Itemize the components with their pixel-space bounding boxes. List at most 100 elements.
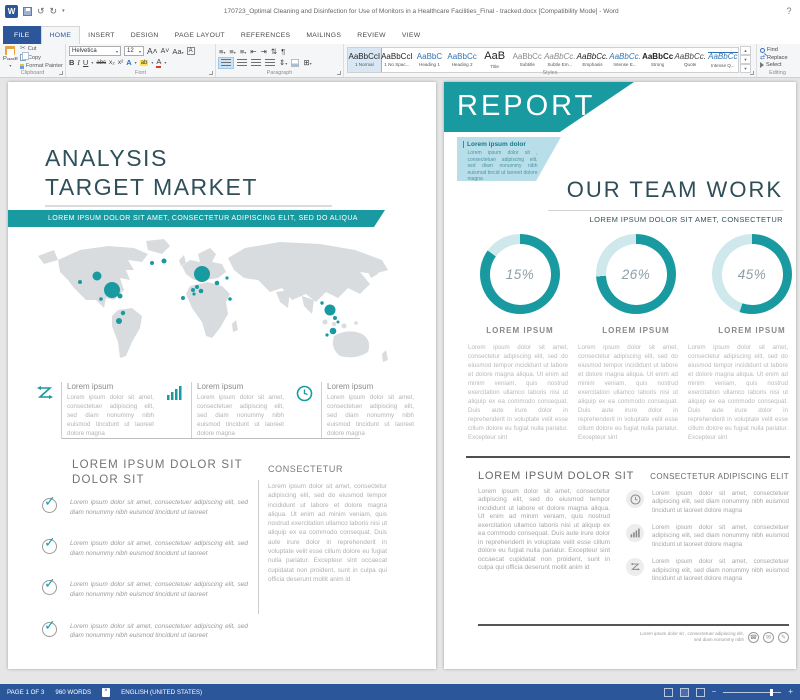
- feature-item[interactable]: Lorem ipsum Lorem ipsum dolor sit amet, …: [36, 382, 154, 439]
- text-column[interactable]: Lorem ipsum dolor sit amet, consectetur …: [468, 344, 568, 452]
- consectetur-body[interactable]: Lorem ipsum dolor sit amet, consectetur …: [268, 482, 387, 584]
- checklist-item[interactable]: Lorem ipsum dolor sit amet, consectetuer…: [42, 580, 254, 599]
- donut-chart-26[interactable]: 26%: [596, 234, 676, 314]
- feature-item[interactable]: Lorem ipsum Lorem ipsum dolor sit amet, …: [296, 382, 414, 439]
- checklist-item[interactable]: Lorem ipsum dolor sit amet, consectetuer…: [42, 539, 254, 558]
- tab-review[interactable]: REVIEW: [349, 26, 394, 44]
- tab-insert[interactable]: INSERT: [80, 26, 123, 44]
- phone-icon[interactable]: ☎: [748, 632, 759, 643]
- read-mode-icon[interactable]: [664, 688, 673, 697]
- align-left-button[interactable]: [219, 58, 233, 68]
- align-center-icon[interactable]: [237, 59, 247, 67]
- tab-mailings[interactable]: MAILINGS: [298, 26, 349, 44]
- strikethrough-button[interactable]: abc: [96, 60, 106, 66]
- style-intense-quote[interactable]: AaBbCcIntense Q...: [707, 48, 739, 72]
- justify-icon[interactable]: [265, 59, 275, 67]
- pencil-icon[interactable]: ✎: [778, 632, 789, 643]
- font-dialog-launcher-icon[interactable]: [209, 71, 213, 75]
- cut-button[interactable]: ✂Cut: [20, 45, 63, 52]
- paragraph-dialog-launcher-icon[interactable]: [337, 71, 341, 75]
- checklist-item[interactable]: Lorem ipsum dolor sit amet, consectetuer…: [42, 622, 254, 641]
- text-column[interactable]: Lorem ipsum dolor sit amet, consectetur …: [578, 344, 678, 452]
- consectetur-heading[interactable]: CONSECTETUR: [268, 464, 343, 474]
- checklist-heading[interactable]: LOREM IPSUM DOLOR SIT DOLOR SIT: [72, 458, 243, 488]
- superscript-button[interactable]: x²: [118, 60, 123, 67]
- world-map[interactable]: [30, 236, 420, 372]
- web-layout-icon[interactable]: [696, 688, 705, 697]
- change-case-button[interactable]: Aa▾: [172, 48, 183, 56]
- styles-dialog-launcher-icon[interactable]: [750, 71, 754, 75]
- underline-button[interactable]: U: [83, 59, 88, 67]
- tab-file[interactable]: FILE: [3, 26, 41, 44]
- print-layout-icon[interactable]: [680, 688, 689, 697]
- line-spacing-icon[interactable]: ⇕▾: [279, 59, 287, 67]
- page2-subheading[interactable]: LOREM IPSUM DOLOR SIT AMET, CONSECTETUR: [590, 215, 783, 224]
- bullet-list-icon[interactable]: ≡▾: [219, 48, 225, 56]
- show-paragraph-marks-icon[interactable]: ¶: [281, 48, 285, 56]
- redo-icon[interactable]: ↻: [50, 7, 58, 16]
- paste-dropdown-icon[interactable]: ▾: [9, 63, 11, 68]
- shading-icon[interactable]: [291, 59, 299, 67]
- enclose-characters-button[interactable]: A: [187, 47, 195, 55]
- style-quote[interactable]: AaBbCc.Quote: [674, 48, 707, 72]
- text-effects-dropdown-icon[interactable]: ▾: [135, 60, 137, 65]
- zoom-slider[interactable]: [723, 692, 781, 693]
- highlight-dropdown-icon[interactable]: ▾: [151, 60, 153, 65]
- text-column[interactable]: Lorem ipsum dolor sit amet, consectetur …: [688, 344, 788, 452]
- donut-chart-15[interactable]: 15%: [480, 234, 560, 314]
- page-indicator[interactable]: PAGE 1 OF 3: [7, 689, 44, 696]
- tab-page-layout[interactable]: PAGE LAYOUT: [167, 26, 233, 44]
- document-canvas[interactable]: ANALYSIS TARGET MARKET LOREM IPSUM DOLOR…: [0, 78, 800, 684]
- checklist-item[interactable]: Lorem ipsum dolor sit amet, consectetuer…: [42, 498, 254, 517]
- report-banner[interactable]: REPORT: [444, 82, 634, 132]
- shrink-font-button[interactable]: A˅: [161, 48, 170, 55]
- copy-button[interactable]: Copy: [20, 54, 63, 61]
- style-strong[interactable]: AaBbCcStrong: [641, 48, 674, 72]
- page1-banner[interactable]: LOREM IPSUM DOLOR SIT AMET, CONSECTETUR …: [8, 210, 385, 227]
- increase-indent-icon[interactable]: ⇥: [261, 48, 267, 56]
- undo-icon[interactable]: ↺: [37, 7, 45, 16]
- icon-list-item[interactable]: Lorem ipsum dolor sit amet, consectetuer…: [626, 524, 789, 549]
- bottom-left-heading[interactable]: LOREM IPSUM DOLOR SIT: [478, 470, 634, 482]
- icon-list-item[interactable]: Lorem ipsum dolor sit amet, consectetuer…: [626, 558, 789, 583]
- word-logo-icon[interactable]: W: [5, 5, 18, 18]
- page1-title[interactable]: ANALYSIS TARGET MARKET: [45, 144, 258, 202]
- style-heading1[interactable]: AaBbCHeading 1: [413, 48, 446, 72]
- find-button[interactable]: Find: [760, 47, 795, 53]
- document-page-1[interactable]: ANALYSIS TARGET MARKET LOREM IPSUM DOLOR…: [8, 82, 436, 669]
- grow-font-button[interactable]: A˄: [147, 47, 158, 56]
- help-icon[interactable]: ?: [778, 6, 800, 16]
- style-emphasis[interactable]: AaBbCc.Emphasis: [576, 48, 609, 72]
- style-heading2[interactable]: AaBbCcHeading 2: [446, 48, 479, 72]
- donut-chart-45[interactable]: 45%: [712, 234, 792, 314]
- icon-list-item[interactable]: Lorem ipsum dolor sit amet, consectetuer…: [626, 490, 789, 515]
- style-intense-emphasis[interactable]: AaBbCc.Intense E...: [609, 48, 642, 72]
- font-family-select[interactable]: Helvetica▾: [69, 46, 121, 56]
- font-color-dropdown-icon[interactable]: ▾: [164, 60, 166, 65]
- tab-view[interactable]: VIEW: [394, 26, 429, 44]
- clipboard-dialog-launcher-icon[interactable]: [59, 71, 63, 75]
- text-effects-button[interactable]: A: [126, 59, 131, 67]
- document-page-2[interactable]: REPORT Lorem ipsum dolor Lorem ipsum dol…: [444, 82, 796, 669]
- info-box[interactable]: Lorem ipsum dolor Lorem ipsum dolor sit …: [457, 137, 561, 181]
- underline-dropdown-icon[interactable]: ▾: [91, 60, 93, 65]
- page2-heading[interactable]: OUR TEAM WORK: [567, 177, 783, 203]
- zoom-slider-thumb[interactable]: [770, 689, 773, 696]
- subscript-button[interactable]: x₂: [109, 60, 115, 67]
- highlight-button[interactable]: ab: [140, 60, 149, 66]
- style-subtle-emphasis[interactable]: AaBbCc.Subtle Em...: [544, 48, 577, 72]
- tab-home[interactable]: HOME: [41, 26, 81, 44]
- borders-icon[interactable]: ⊞▾: [303, 59, 311, 67]
- zoom-in-icon[interactable]: +: [788, 688, 793, 696]
- proofing-icon[interactable]: [102, 688, 110, 697]
- tab-design[interactable]: DESIGN: [123, 26, 167, 44]
- zoom-out-icon[interactable]: −: [712, 688, 717, 696]
- feature-item[interactable]: Lorem ipsum Lorem ipsum dolor sit amet, …: [166, 382, 284, 439]
- sort-icon[interactable]: ⇅: [271, 48, 277, 56]
- paste-button[interactable]: Paste ▾: [3, 46, 18, 68]
- font-color-button[interactable]: A: [156, 58, 161, 68]
- style-subtitle[interactable]: AaBbCcSubtitle: [511, 48, 544, 72]
- select-button[interactable]: Select: [760, 62, 795, 68]
- align-right-icon[interactable]: [251, 59, 261, 67]
- language-indicator[interactable]: ENGLISH (UNITED STATES): [121, 689, 202, 696]
